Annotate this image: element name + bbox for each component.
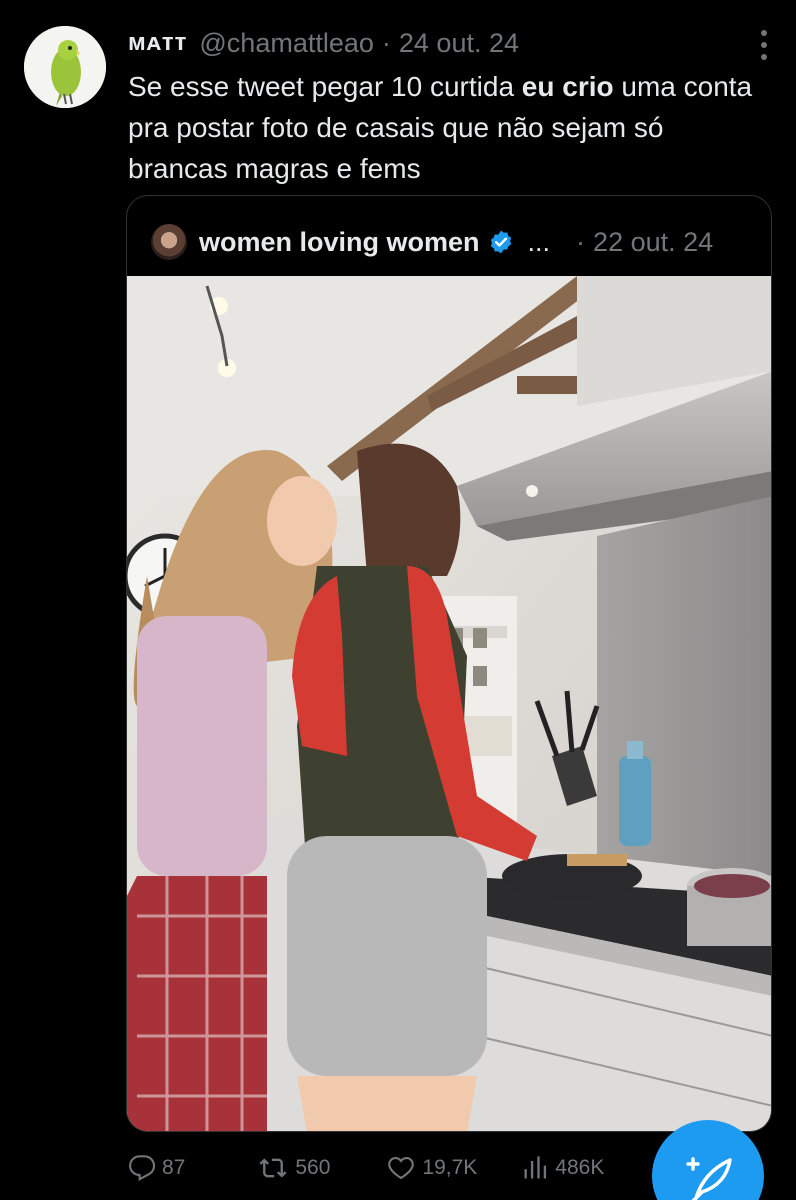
quoted-tweet-photo[interactable] xyxy=(127,276,771,1131)
like-count: 19,7K xyxy=(422,1156,478,1179)
heart-icon xyxy=(388,1157,415,1180)
quoted-name-ellipsis: ... xyxy=(527,226,551,257)
author-name[interactable]: ᴍᴀᴛᴛ xyxy=(128,29,187,57)
quoted-tweet-header: women loving women ... · 22 out. 24 xyxy=(151,224,747,260)
quoted-author-name[interactable]: women loving women xyxy=(199,227,480,258)
compose-feather-icon xyxy=(686,1157,732,1200)
views-count: 486K xyxy=(555,1156,605,1179)
tweet-text-bold: eu crio xyxy=(521,71,614,102)
header-separator: · xyxy=(381,27,391,58)
views-chart-icon xyxy=(524,1156,547,1179)
more-options-icon[interactable] xyxy=(760,30,768,60)
tweet-text-part1: Se esse tweet pegar 10 curtida xyxy=(128,71,522,102)
like-button[interactable]: 19,7K xyxy=(386,1154,477,1182)
retweet-button[interactable]: 560 xyxy=(257,1154,330,1182)
tweet-date[interactable]: 24 out. 24 xyxy=(399,28,519,59)
tweet-text: Se esse tweet pegar 10 curtida eu crio u… xyxy=(128,66,768,189)
retweet-count: 560 xyxy=(295,1156,331,1179)
verified-badge-icon xyxy=(490,230,511,254)
quoted-separator: · xyxy=(576,226,586,257)
kitchen-couple-photo xyxy=(127,276,771,1131)
author-handle[interactable]: @chamattleao xyxy=(199,28,374,59)
quoted-tweet-card[interactable]: women loving women ... · 22 out. 24 xyxy=(126,195,772,1132)
tweet-action-bar: 87 560 19,7K 486K xyxy=(128,1150,604,1186)
reply-count: 87 xyxy=(162,1156,186,1179)
quoted-date[interactable]: 22 out. 24 xyxy=(593,227,713,258)
tweet-header: ᴍᴀᴛᴛ @chamattleao · 24 out. 24 xyxy=(128,26,766,60)
views-button[interactable]: 486K xyxy=(521,1154,604,1182)
retweet-icon xyxy=(259,1158,287,1178)
author-avatar[interactable] xyxy=(24,26,106,108)
parrot-avatar-image xyxy=(24,26,106,108)
reply-icon xyxy=(129,1155,156,1181)
reply-button[interactable]: 87 xyxy=(128,1154,185,1182)
quoted-author-avatar xyxy=(151,224,187,260)
compose-button[interactable] xyxy=(652,1120,764,1200)
